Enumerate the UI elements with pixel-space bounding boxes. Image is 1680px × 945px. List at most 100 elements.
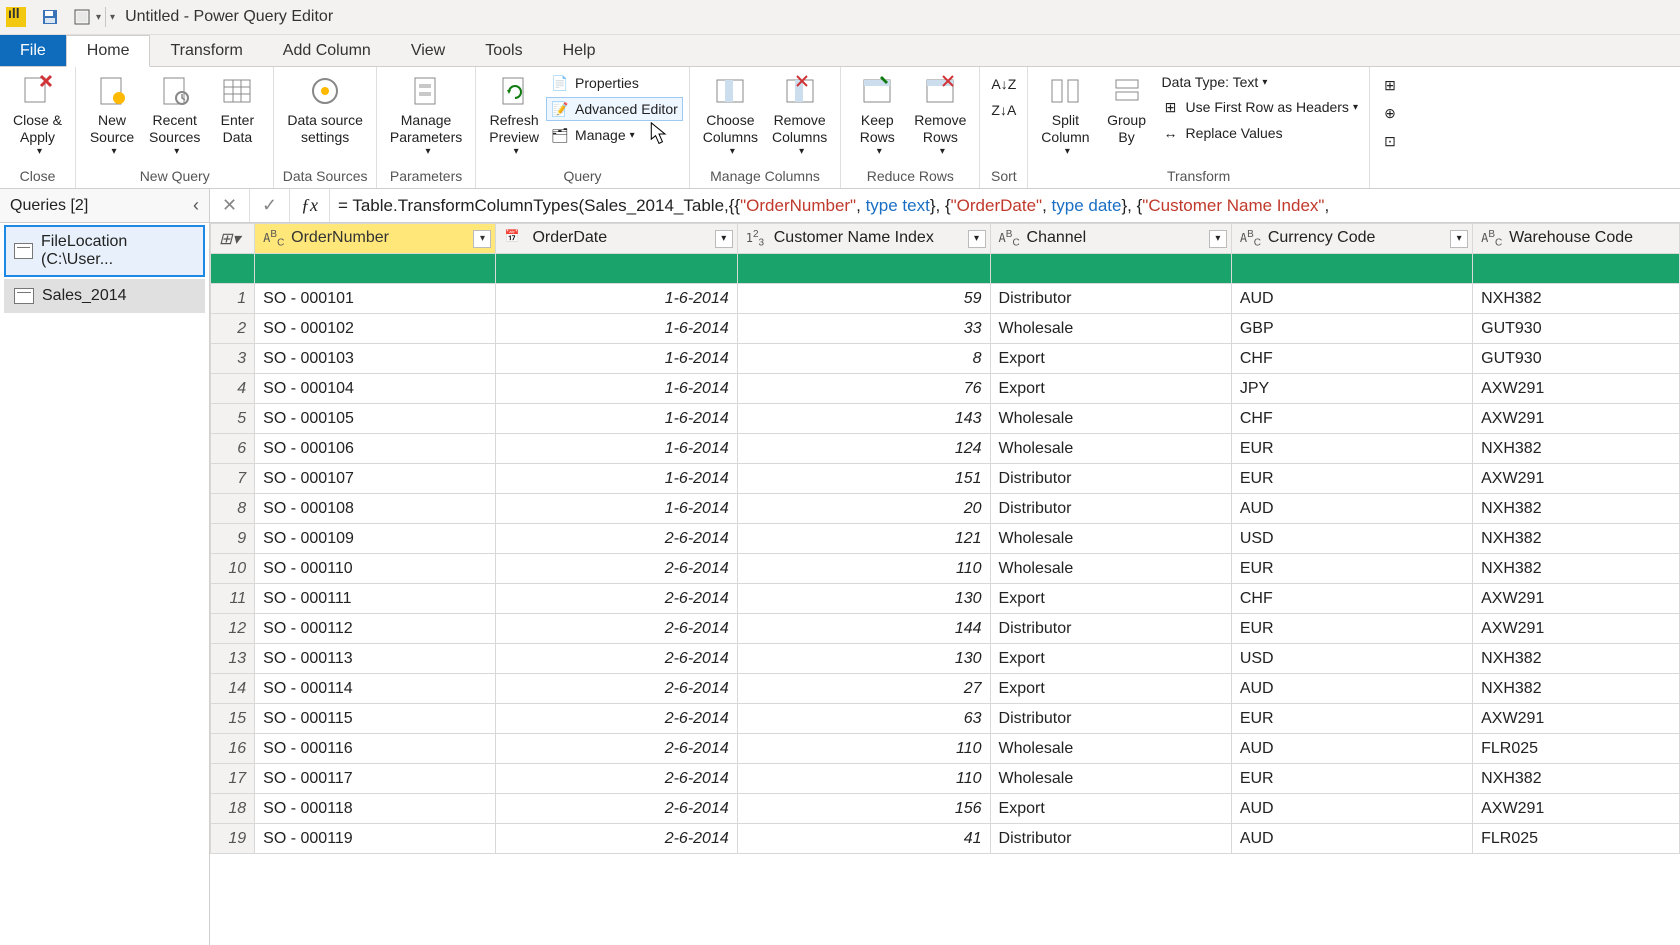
col-channel[interactable]: ABCChannel▾	[990, 224, 1231, 254]
cell-customerindex[interactable]: 124	[737, 434, 990, 464]
cell-customerindex[interactable]: 27	[737, 674, 990, 704]
cell-ordernumber[interactable]: SO - 000103	[255, 344, 496, 374]
cell-orderdate[interactable]: 1-6-2014	[496, 404, 737, 434]
cell-warehouse[interactable]: AXW291	[1473, 584, 1680, 614]
cell-orderdate[interactable]: 1-6-2014	[496, 314, 737, 344]
cell-channel[interactable]: Wholesale	[990, 314, 1231, 344]
cell-warehouse[interactable]: AXW291	[1473, 794, 1680, 824]
cell-currency[interactable]: AUD	[1231, 284, 1472, 314]
split-column-button[interactable]: Split Column▾	[1034, 69, 1096, 163]
cell-orderdate[interactable]: 1-6-2014	[496, 434, 737, 464]
data-type-button[interactable]: Data Type: Text▾	[1157, 71, 1363, 93]
table-row[interactable]: 2SO - 0001021-6-201433WholesaleGBPGUT930	[211, 314, 1680, 344]
cell-ordernumber[interactable]: SO - 000115	[255, 704, 496, 734]
table-row[interactable]: 7SO - 0001071-6-2014151DistributorEURAXW…	[211, 464, 1680, 494]
cell-channel[interactable]: Distributor	[990, 464, 1231, 494]
cell-currency[interactable]: GBP	[1231, 314, 1472, 344]
refresh-preview-button[interactable]: Refresh Preview▾	[482, 69, 546, 163]
table-row[interactable]: 18SO - 0001182-6-2014156ExportAUDAXW291	[211, 794, 1680, 824]
table-row[interactable]: 17SO - 0001172-6-2014110WholesaleEURNXH3…	[211, 764, 1680, 794]
data-source-settings-button[interactable]: Data source settings	[280, 69, 369, 151]
table-row[interactable]: 4SO - 0001041-6-201476ExportJPYAXW291	[211, 374, 1680, 404]
table-row[interactable]: 8SO - 0001081-6-201420DistributorAUDNXH3…	[211, 494, 1680, 524]
cell-orderdate[interactable]: 1-6-2014	[496, 344, 737, 374]
cell-orderdate[interactable]: 2-6-2014	[496, 554, 737, 584]
cell-warehouse[interactable]: NXH382	[1473, 284, 1680, 314]
cell-customerindex[interactable]: 8	[737, 344, 990, 374]
cell-channel[interactable]: Distributor	[990, 494, 1231, 524]
cell-warehouse[interactable]: AXW291	[1473, 614, 1680, 644]
manage-button[interactable]: 🗂Manage▾	[546, 123, 683, 147]
cell-orderdate[interactable]: 2-6-2014	[496, 644, 737, 674]
cell-customerindex[interactable]: 59	[737, 284, 990, 314]
advanced-editor-button[interactable]: 📝Advanced Editor	[546, 97, 683, 121]
cell-customerindex[interactable]: 151	[737, 464, 990, 494]
properties-button[interactable]: 📄Properties	[546, 71, 683, 95]
cell-orderdate[interactable]: 2-6-2014	[496, 674, 737, 704]
table-row[interactable]: 19SO - 0001192-6-201441DistributorAUDFLR…	[211, 824, 1680, 854]
cell-warehouse[interactable]: GUT930	[1473, 314, 1680, 344]
tab-transform[interactable]: Transform	[150, 35, 262, 66]
cell-customerindex[interactable]: 130	[737, 584, 990, 614]
sort-asc-button[interactable]: A↓Z	[986, 73, 1021, 95]
cell-channel[interactable]: Wholesale	[990, 554, 1231, 584]
cell-ordernumber[interactable]: SO - 000106	[255, 434, 496, 464]
cell-customerindex[interactable]: 33	[737, 314, 990, 344]
cell-warehouse[interactable]: AXW291	[1473, 704, 1680, 734]
tab-home[interactable]: Home	[66, 35, 151, 67]
queries-header[interactable]: Queries [2] ‹	[0, 189, 210, 222]
cell-customerindex[interactable]: 76	[737, 374, 990, 404]
cell-ordernumber[interactable]: SO - 000117	[255, 764, 496, 794]
cell-channel[interactable]: Export	[990, 644, 1231, 674]
cell-orderdate[interactable]: 2-6-2014	[496, 734, 737, 764]
cell-orderdate[interactable]: 2-6-2014	[496, 704, 737, 734]
cell-channel[interactable]: Distributor	[990, 284, 1231, 314]
new-source-button[interactable]: New Source▾	[82, 69, 142, 163]
cell-currency[interactable]: CHF	[1231, 584, 1472, 614]
tab-tools[interactable]: Tools	[465, 35, 542, 66]
cell-ordernumber[interactable]: SO - 000119	[255, 824, 496, 854]
cell-ordernumber[interactable]: SO - 000116	[255, 734, 496, 764]
extra-button-2[interactable]: ⊕	[1376, 101, 1410, 125]
cell-warehouse[interactable]: NXH382	[1473, 554, 1680, 584]
cell-channel[interactable]: Export	[990, 374, 1231, 404]
cell-warehouse[interactable]: GUT930	[1473, 344, 1680, 374]
filter-dropdown[interactable]: ▾	[1209, 230, 1227, 248]
cell-ordernumber[interactable]: SO - 000110	[255, 554, 496, 584]
cell-warehouse[interactable]: NXH382	[1473, 494, 1680, 524]
cell-ordernumber[interactable]: SO - 000102	[255, 314, 496, 344]
corner-cell[interactable]: ⊞▾	[211, 224, 255, 254]
close-apply-button[interactable]: Close & Apply▾	[6, 69, 69, 163]
cell-customerindex[interactable]: 143	[737, 404, 990, 434]
cell-customerindex[interactable]: 130	[737, 644, 990, 674]
cell-channel[interactable]: Distributor	[990, 614, 1231, 644]
formula-input[interactable]: = Table.TransformColumnTypes(Sales_2014_…	[330, 189, 1680, 222]
cell-orderdate[interactable]: 2-6-2014	[496, 584, 737, 614]
col-orderdate[interactable]: 📅OrderDate▾	[496, 224, 737, 254]
cell-warehouse[interactable]: NXH382	[1473, 644, 1680, 674]
cell-currency[interactable]: AUD	[1231, 734, 1472, 764]
col-currency[interactable]: ABCCurrency Code▾	[1231, 224, 1472, 254]
cell-channel[interactable]: Export	[990, 344, 1231, 374]
filter-dropdown[interactable]: ▾	[1450, 230, 1468, 248]
formula-commit-button[interactable]: ✓	[250, 189, 290, 222]
cell-channel[interactable]: Distributor	[990, 824, 1231, 854]
table-row[interactable]: 14SO - 0001142-6-201427ExportAUDNXH382	[211, 674, 1680, 704]
enter-data-button[interactable]: Enter Data	[207, 69, 267, 151]
cell-ordernumber[interactable]: SO - 000107	[255, 464, 496, 494]
table-row[interactable]: 16SO - 0001162-6-2014110WholesaleAUDFLR0…	[211, 734, 1680, 764]
cell-customerindex[interactable]: 110	[737, 554, 990, 584]
cell-customerindex[interactable]: 41	[737, 824, 990, 854]
table-row[interactable]: 11SO - 0001112-6-2014130ExportCHFAXW291	[211, 584, 1680, 614]
filter-dropdown[interactable]: ▾	[968, 230, 986, 248]
table-row[interactable]: 3SO - 0001031-6-20148ExportCHFGUT930	[211, 344, 1680, 374]
cell-channel[interactable]: Wholesale	[990, 404, 1231, 434]
cell-currency[interactable]: USD	[1231, 644, 1472, 674]
cell-channel[interactable]: Export	[990, 794, 1231, 824]
cell-warehouse[interactable]: NXH382	[1473, 524, 1680, 554]
cell-warehouse[interactable]: NXH382	[1473, 674, 1680, 704]
cell-customerindex[interactable]: 121	[737, 524, 990, 554]
cell-currency[interactable]: EUR	[1231, 434, 1472, 464]
cell-orderdate[interactable]: 1-6-2014	[496, 374, 737, 404]
cell-customerindex[interactable]: 156	[737, 794, 990, 824]
